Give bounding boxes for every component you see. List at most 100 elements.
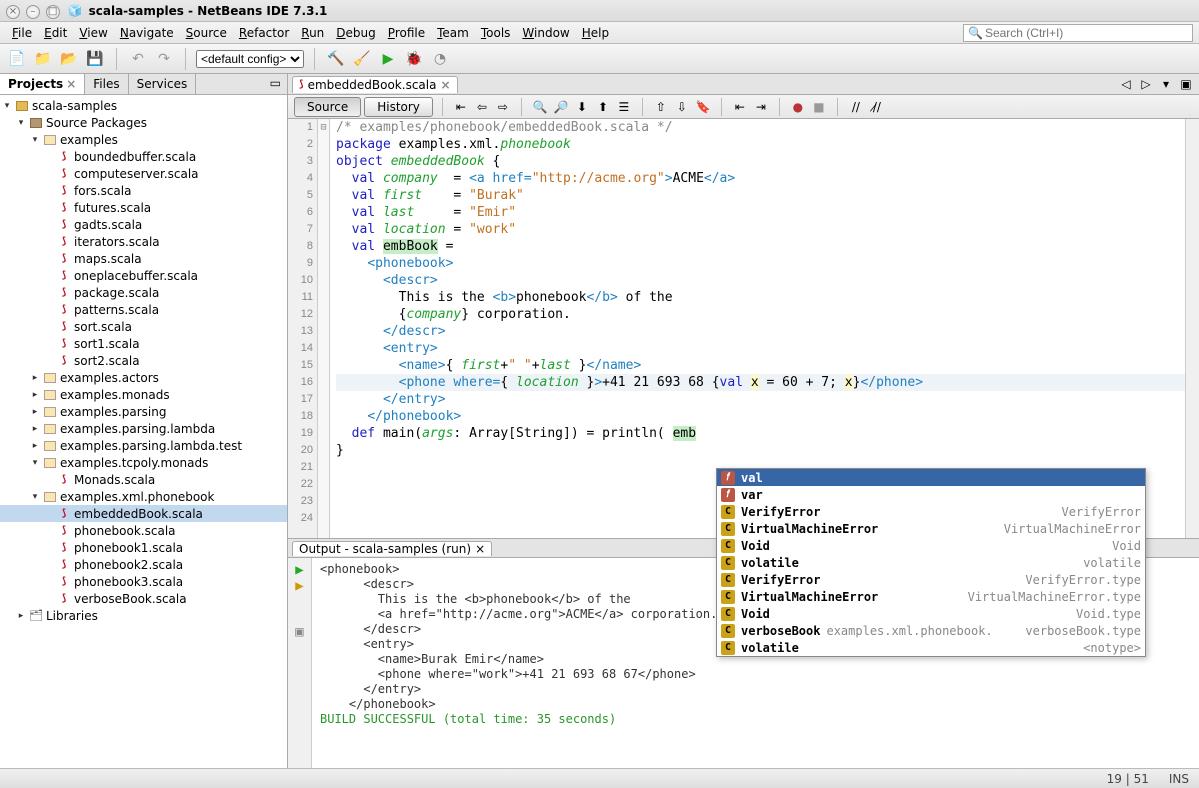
- tree-pkg[interactable]: ▸examples.monads: [0, 386, 287, 403]
- tree-file[interactable]: ⟆fors.scala: [0, 182, 287, 199]
- window-close-icon[interactable]: ×: [6, 5, 20, 19]
- window-minimize-icon[interactable]: –: [26, 5, 40, 19]
- comment-icon[interactable]: //: [847, 98, 865, 116]
- profile-icon[interactable]: ◔: [429, 48, 451, 70]
- tree-file[interactable]: ⟆sort2.scala: [0, 352, 287, 369]
- back-icon[interactable]: ⇦: [473, 98, 491, 116]
- menu-tools[interactable]: Tools: [475, 24, 517, 42]
- completion-item[interactable]: 𝑓val: [717, 469, 1145, 486]
- output-text[interactable]: <phonebook> <descr> This is the <b>phone…: [312, 558, 725, 768]
- completion-item[interactable]: 𝑓var: [717, 486, 1145, 503]
- menu-refactor[interactable]: Refactor: [233, 24, 295, 42]
- forward-icon[interactable]: ⇨: [494, 98, 512, 116]
- code-completion-popup[interactable]: 𝑓val𝑓varCVerifyErrorVerifyErrorCVirtualM…: [716, 468, 1146, 657]
- tree-file[interactable]: ⟆gadts.scala: [0, 216, 287, 233]
- tree-pkg-examples[interactable]: ▾examples: [0, 131, 287, 148]
- menu-file[interactable]: File: [6, 24, 38, 42]
- open-project-icon[interactable]: 📂: [58, 48, 80, 70]
- tree-file[interactable]: ⟆patterns.scala: [0, 301, 287, 318]
- next-bookmark-icon[interactable]: ⇩: [673, 98, 691, 116]
- run-config-dropdown[interactable]: <default config>: [196, 50, 304, 68]
- tree-project-root[interactable]: ▾scala-samples: [0, 97, 287, 114]
- completion-item[interactable]: CVerifyErrorVerifyError: [717, 503, 1145, 520]
- completion-item[interactable]: CverboseBook examples.xml.phonebook.verb…: [717, 622, 1145, 639]
- save-icon[interactable]: 💾: [84, 48, 106, 70]
- completion-item[interactable]: CVoidVoid: [717, 537, 1145, 554]
- completion-item[interactable]: Cvolatile<notype>: [717, 639, 1145, 656]
- tab-files[interactable]: Files: [85, 74, 128, 94]
- build-icon[interactable]: 🔨: [325, 48, 347, 70]
- last-edit-icon[interactable]: ⇤: [452, 98, 470, 116]
- tree-file[interactable]: ⟆oneplacebuffer.scala: [0, 267, 287, 284]
- shift-right-icon[interactable]: ⇥: [752, 98, 770, 116]
- tree-pkg[interactable]: ▸examples.parsing.lambda.test: [0, 437, 287, 454]
- new-project-icon[interactable]: 📁: [32, 48, 54, 70]
- error-stripe[interactable]: [1185, 119, 1199, 538]
- stop-build-icon[interactable]: ▣: [288, 624, 311, 640]
- macro-rec-icon[interactable]: ●: [789, 98, 807, 116]
- tree-pkg[interactable]: ▸examples.parsing.lambda: [0, 420, 287, 437]
- find-prev-icon[interactable]: ⬆: [594, 98, 612, 116]
- completion-item[interactable]: CVerifyErrorVerifyError.type: [717, 571, 1145, 588]
- panel-minimize-icon[interactable]: ▭: [264, 74, 287, 94]
- prev-bookmark-icon[interactable]: ⇧: [652, 98, 670, 116]
- tree-file[interactable]: ⟆boundedbuffer.scala: [0, 148, 287, 165]
- menu-run[interactable]: Run: [295, 24, 330, 42]
- tab-services[interactable]: Services: [129, 74, 197, 94]
- tab-close-icon[interactable]: ×: [66, 77, 76, 91]
- redo-icon[interactable]: ↷: [153, 48, 175, 70]
- undo-icon[interactable]: ↶: [127, 48, 149, 70]
- tree-file[interactable]: ⟆iterators.scala: [0, 233, 287, 250]
- run-again-icon2[interactable]: ▶: [288, 578, 311, 594]
- tree-source-packages[interactable]: ▾Source Packages: [0, 114, 287, 131]
- run-again-icon[interactable]: ▶: [288, 562, 311, 578]
- tree-pkg[interactable]: ▾examples.tcpoly.monads: [0, 454, 287, 471]
- find-sel-next-icon[interactable]: 🔍: [531, 98, 549, 116]
- tree-file[interactable]: ⟆phonebook1.scala: [0, 539, 287, 556]
- clean-build-icon[interactable]: 🧹: [351, 48, 373, 70]
- search-input[interactable]: [985, 26, 1175, 40]
- toggle-highlight-icon[interactable]: ☰: [615, 98, 633, 116]
- menu-debug[interactable]: Debug: [330, 24, 381, 42]
- tree-file[interactable]: ⟆Monads.scala: [0, 471, 287, 488]
- find-sel-prev-icon[interactable]: 🔎: [552, 98, 570, 116]
- tree-pkg[interactable]: ▸examples.actors: [0, 369, 287, 386]
- output-gutter[interactable]: ▶ ▶ ▣: [288, 558, 312, 768]
- line-number-gutter[interactable]: 123456789101112131415161718192021222324: [288, 119, 318, 538]
- window-controls[interactable]: × – □: [6, 3, 62, 19]
- tree-file[interactable]: ⟆embeddedBook.scala: [0, 505, 287, 522]
- tree-file[interactable]: ⟆phonebook3.scala: [0, 573, 287, 590]
- macro-stop-icon[interactable]: ■: [810, 98, 828, 116]
- uncomment-icon[interactable]: /̷/: [868, 98, 886, 116]
- menu-edit[interactable]: Edit: [38, 24, 73, 42]
- menu-help[interactable]: Help: [576, 24, 615, 42]
- fold-column[interactable]: ⊟: [318, 119, 330, 538]
- find-next-icon[interactable]: ⬇: [573, 98, 591, 116]
- menu-source[interactable]: Source: [180, 24, 233, 42]
- tree-file[interactable]: ⟆sort.scala: [0, 318, 287, 335]
- close-icon[interactable]: ×: [475, 542, 485, 556]
- maximize-editor-icon[interactable]: ▣: [1177, 75, 1195, 93]
- menu-window[interactable]: Window: [516, 24, 575, 42]
- tree-file[interactable]: ⟆phonebook.scala: [0, 522, 287, 539]
- completion-item[interactable]: CVoidVoid.type: [717, 605, 1145, 622]
- tab-projects[interactable]: Projects×: [0, 74, 85, 94]
- output-tab[interactable]: Output - scala-samples (run) ×: [292, 541, 492, 556]
- tree-pkg[interactable]: ▾examples.xml.phonebook: [0, 488, 287, 505]
- close-icon[interactable]: ×: [440, 78, 450, 92]
- tree-file[interactable]: ⟆sort1.scala: [0, 335, 287, 352]
- tree-file[interactable]: ⟆verboseBook.scala: [0, 590, 287, 607]
- view-history-button[interactable]: History: [364, 97, 433, 117]
- tree-pkg[interactable]: ▸examples.parsing: [0, 403, 287, 420]
- run-icon[interactable]: ▶: [377, 48, 399, 70]
- menu-team[interactable]: Team: [431, 24, 475, 42]
- new-file-icon[interactable]: 📄: [6, 48, 28, 70]
- debug-icon[interactable]: 🐞: [403, 48, 425, 70]
- completion-item[interactable]: CVirtualMachineErrorVirtualMachineError: [717, 520, 1145, 537]
- completion-item[interactable]: CVirtualMachineErrorVirtualMachineError.…: [717, 588, 1145, 605]
- nav-back-icon[interactable]: ◁: [1117, 75, 1135, 93]
- menu-navigate[interactable]: Navigate: [114, 24, 180, 42]
- tree-file[interactable]: ⟆package.scala: [0, 284, 287, 301]
- view-source-button[interactable]: Source: [294, 97, 361, 117]
- quick-search[interactable]: 🔍: [963, 24, 1193, 42]
